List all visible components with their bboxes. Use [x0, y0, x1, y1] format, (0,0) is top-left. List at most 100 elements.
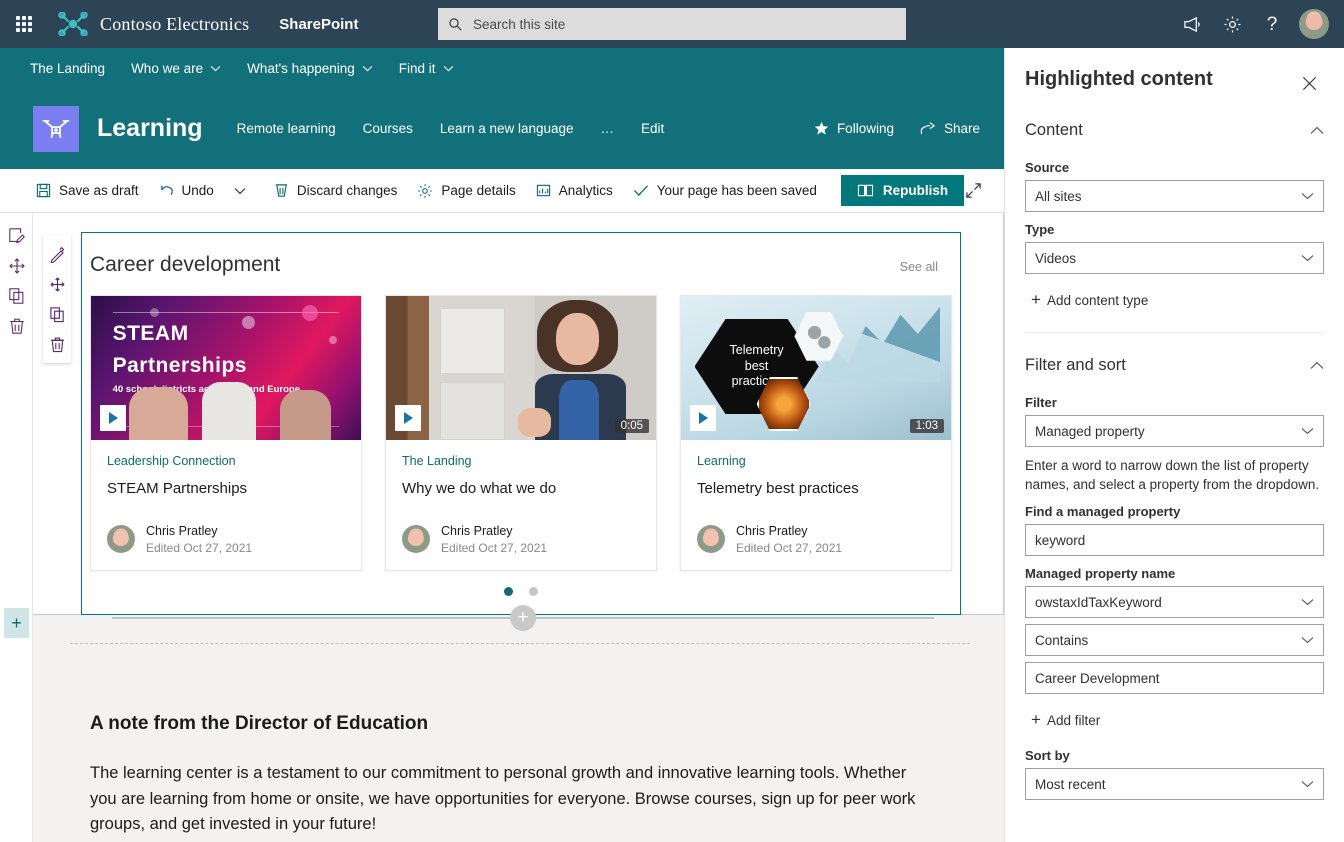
- nav-item-3[interactable]: Find it: [399, 61, 454, 76]
- find-managed-property-input[interactable]: keyword: [1025, 524, 1324, 557]
- content-card[interactable]: Telemetry best practices 1:03 Learning T…: [680, 295, 952, 571]
- following-label: Following: [836, 121, 894, 136]
- add-filter-button[interactable]: + Add filter: [1025, 702, 1324, 738]
- property-pane: Highlighted content Content Source All s…: [1004, 48, 1344, 842]
- source-value: All sites: [1035, 188, 1082, 204]
- add-section-button[interactable]: +: [510, 605, 536, 631]
- page-details-button[interactable]: Page details: [407, 169, 525, 213]
- managed-property-name-label: Managed property name: [1025, 566, 1176, 582]
- card-site-name[interactable]: The Landing: [402, 454, 640, 468]
- org-name[interactable]: Contoso Electronics: [100, 14, 249, 35]
- nav-item-1[interactable]: Who we are: [131, 61, 221, 76]
- share-button[interactable]: Share: [920, 121, 980, 136]
- filter-value-input[interactable]: Career Development: [1025, 662, 1324, 695]
- play-icon[interactable]: [395, 405, 421, 431]
- delete-web-part-icon[interactable]: [4, 311, 30, 341]
- app-launcher-icon[interactable]: [0, 0, 48, 48]
- move-web-part-icon[interactable]: [4, 251, 30, 281]
- site-header-nav: Remote learning Courses Learn a new lang…: [237, 121, 692, 136]
- card-body: The Landing Why we do what we do Chris P…: [386, 440, 656, 570]
- chevron-up-icon: [1310, 361, 1324, 370]
- group-title: Filter and sort: [1025, 355, 1126, 374]
- card-title[interactable]: Why we do what we do: [402, 480, 640, 497]
- checkmark-icon: [633, 184, 649, 197]
- republish-button[interactable]: Republish: [840, 175, 965, 206]
- close-icon[interactable]: [1294, 68, 1324, 98]
- republish-label: Republish: [882, 183, 949, 198]
- managed-property-name-dropdown[interactable]: owstaxIdTaxKeyword: [1025, 586, 1324, 619]
- discard-changes-button[interactable]: Discard changes: [264, 169, 408, 213]
- pager-dot-2[interactable]: [529, 587, 538, 596]
- user-avatar[interactable]: [1298, 8, 1330, 40]
- delete-icon[interactable]: [43, 329, 71, 359]
- nav-item-0[interactable]: The Landing: [30, 61, 105, 76]
- card-site-name[interactable]: Leadership Connection: [107, 454, 345, 468]
- edited-date: Edited Oct 27, 2021: [736, 540, 843, 555]
- undo-button[interactable]: Undo: [149, 169, 224, 213]
- analytics-button[interactable]: Analytics: [526, 169, 623, 213]
- settings-gear-icon[interactable]: [1212, 0, 1252, 48]
- group-header-content[interactable]: Content: [1025, 110, 1324, 150]
- duplicate-icon[interactable]: [43, 299, 71, 329]
- type-dropdown[interactable]: Videos: [1025, 242, 1324, 274]
- following-button[interactable]: Following: [814, 121, 894, 136]
- canvas-section-two[interactable]: A note from the Director of Education Th…: [33, 643, 1004, 842]
- search-input[interactable]: Search this site: [438, 8, 906, 40]
- add-section-left-button[interactable]: +: [4, 608, 29, 638]
- note-heading: A note from the Director of Education: [90, 713, 429, 734]
- content-card[interactable]: 0:05 The Landing Why we do what we do Ch…: [385, 295, 657, 571]
- plus-icon: +: [1031, 710, 1041, 730]
- filter-value-text: Career Development: [1035, 670, 1160, 686]
- app-name[interactable]: SharePoint: [279, 16, 358, 33]
- play-icon[interactable]: [690, 405, 716, 431]
- pager-dot-1[interactable]: [504, 587, 513, 596]
- source-dropdown[interactable]: All sites: [1025, 180, 1324, 212]
- canvas-section-one[interactable]: Career development See all STEAM Partner…: [33, 213, 1004, 615]
- card-author: Chris Pratley Edited Oct 27, 2021: [697, 523, 842, 556]
- save-as-draft-button[interactable]: Save as draft: [26, 169, 149, 213]
- duplicate-web-part-icon[interactable]: [4, 281, 30, 311]
- site-logo-drone-icon[interactable]: [33, 105, 79, 152]
- undo-more-button[interactable]: [224, 169, 264, 213]
- site-nav-remote-learning[interactable]: Remote learning: [237, 121, 336, 136]
- thumb-title: STEAM: [112, 321, 189, 345]
- web-part-header: Career development See all: [82, 233, 960, 277]
- site-nav-overflow-ellipsis[interactable]: …: [601, 121, 615, 136]
- filter-label: Filter: [1025, 395, 1057, 410]
- site-nav-courses[interactable]: Courses: [363, 121, 413, 136]
- add-content-type-button[interactable]: + Add content type: [1025, 282, 1324, 318]
- move-handle-icon[interactable]: [43, 269, 71, 299]
- help-icon[interactable]: ?: [1252, 0, 1292, 48]
- edit-pencil-icon[interactable]: [43, 239, 71, 269]
- chevron-down-icon: [1301, 598, 1314, 606]
- edit-web-part-icon[interactable]: [4, 221, 30, 251]
- card-title[interactable]: STEAM Partnerships: [107, 480, 345, 497]
- see-all-link[interactable]: See all: [900, 260, 938, 274]
- section-divider: [70, 643, 970, 644]
- card-thumbnail[interactable]: Telemetry best practices 1:03: [681, 296, 951, 440]
- search-icon: [448, 17, 463, 32]
- managed-property-name-value: owstaxIdTaxKeyword: [1035, 594, 1162, 610]
- card-body: Leadership Connection STEAM Partnerships…: [91, 440, 361, 570]
- card-title[interactable]: Telemetry best practices: [697, 480, 935, 497]
- site-title: Learning: [97, 114, 203, 142]
- author-name: Chris Pratley: [146, 523, 218, 538]
- site-nav-learn-a-new-language[interactable]: Learn a new language: [440, 121, 574, 136]
- card-thumbnail[interactable]: 0:05: [386, 296, 656, 440]
- content-card[interactable]: STEAM Partnerships 40 school districts a…: [90, 295, 362, 571]
- card-thumbnail[interactable]: STEAM Partnerships 40 school districts a…: [91, 296, 361, 440]
- chevron-down-icon: [1301, 192, 1314, 200]
- expand-icon[interactable]: [958, 176, 988, 206]
- filter-dropdown[interactable]: Managed property: [1025, 415, 1324, 447]
- highlighted-content-web-part[interactable]: Career development See all STEAM Partner…: [81, 232, 961, 615]
- play-icon[interactable]: [100, 405, 126, 431]
- group-header-filter-and-sort[interactable]: Filter and sort: [1025, 345, 1324, 385]
- source-label: Source: [1025, 160, 1070, 175]
- sort-by-dropdown[interactable]: Most recent: [1025, 768, 1324, 801]
- site-header-actions: Following Share: [788, 121, 980, 136]
- operator-dropdown[interactable]: Contains: [1025, 624, 1324, 657]
- feedback-icon[interactable]: [1172, 0, 1212, 48]
- nav-item-2[interactable]: What's happening: [247, 61, 373, 76]
- card-site-name[interactable]: Learning: [697, 454, 935, 468]
- site-nav-edit[interactable]: Edit: [641, 121, 664, 136]
